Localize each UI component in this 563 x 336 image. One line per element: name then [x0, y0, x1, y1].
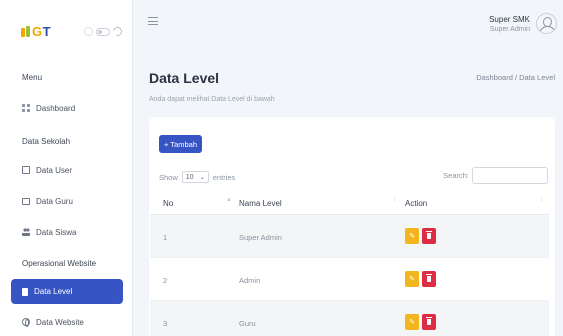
- user-name: Super SMK: [489, 15, 530, 24]
- user-info[interactable]: Super SMK Super Admin: [489, 15, 530, 33]
- edit-button[interactable]: ✎: [405, 314, 419, 330]
- row-actions: ✎: [405, 271, 436, 287]
- trash-icon: [426, 317, 432, 325]
- trash-icon: [426, 231, 432, 239]
- row-name: Guru: [239, 319, 256, 328]
- row-no: 1: [163, 233, 168, 242]
- delete-button[interactable]: [422, 228, 436, 244]
- sidebar: GT Menu Dashboard Data Sekolah Data User…: [0, 0, 133, 336]
- sidebar-item-data-siswa[interactable]: Data Siswa: [22, 225, 76, 239]
- sort-icon[interactable]: ▲: [226, 197, 232, 203]
- breadcrumb[interactable]: Dashboard / Data Level: [476, 73, 555, 82]
- edit-icon: ✎: [409, 319, 415, 326]
- user-role: Super Admin: [489, 26, 530, 33]
- delete-button[interactable]: [422, 271, 436, 287]
- menu-toggle-icon[interactable]: [148, 17, 158, 25]
- row-no: 2: [163, 276, 168, 285]
- row-actions: ✎: [405, 228, 436, 244]
- column-action[interactable]: Action: [405, 199, 427, 208]
- page-title: Data Level: [149, 70, 220, 86]
- section-data-sekolah: Data Sekolah: [22, 137, 71, 146]
- row-name: Admin: [239, 276, 261, 285]
- window-icon: [22, 166, 30, 174]
- sidebar-item-dashboard[interactable]: Dashboard: [22, 101, 75, 115]
- entries-select[interactable]: 10 ⌄: [181, 171, 209, 183]
- table-row: 1 Super Admin ✎: [150, 215, 549, 258]
- avatar[interactable]: [536, 13, 557, 34]
- entries-control: Show 10 ⌄ entries: [159, 171, 236, 183]
- sidebar-item-data-level[interactable]: Data Level: [11, 279, 123, 304]
- sun-icon: [84, 27, 93, 36]
- logo-icon: [21, 26, 30, 37]
- edit-button[interactable]: ✎: [405, 228, 419, 244]
- users-icon: [22, 228, 30, 236]
- menu-section-title: Menu: [22, 73, 43, 82]
- theme-toggle[interactable]: [84, 25, 124, 38]
- column-no[interactable]: No: [163, 199, 173, 208]
- table-row: 2 Admin ✎: [150, 258, 549, 301]
- sort-icon[interactable]: ↕: [393, 197, 396, 203]
- column-nama-level[interactable]: Nama Level: [239, 199, 282, 208]
- topbar: Super SMK Super Admin: [133, 0, 563, 44]
- chevron-down-icon: ⌄: [199, 174, 205, 181]
- sidebar-item-data-user[interactable]: Data User: [22, 163, 72, 177]
- edit-icon: ✎: [409, 233, 415, 240]
- sidebar-item-data-website[interactable]: Data Website: [22, 315, 84, 329]
- edit-icon: ✎: [409, 276, 415, 283]
- row-no: 3: [163, 319, 168, 328]
- row-actions: ✎: [405, 314, 436, 330]
- search-input[interactable]: [472, 167, 548, 184]
- table-row: 3 Guru ✎: [150, 301, 549, 336]
- globe-icon: [22, 318, 30, 327]
- row-name: Super Admin: [239, 233, 282, 242]
- file-icon: [22, 287, 28, 296]
- section-operasional-website: Operasional Website: [22, 259, 97, 268]
- id-card-icon: [22, 197, 30, 205]
- trash-icon: [426, 274, 432, 282]
- add-button[interactable]: + Tambah: [159, 135, 202, 153]
- level-table: No ▲ Nama Level ↕ Action ↕ 1 Super Admin…: [150, 193, 549, 336]
- search-control: Search:: [443, 167, 548, 184]
- brand-logo[interactable]: GT: [21, 24, 51, 39]
- sort-icon[interactable]: ↕: [540, 197, 543, 203]
- edit-button[interactable]: ✎: [405, 271, 419, 287]
- sidebar-item-data-guru[interactable]: Data Guru: [22, 194, 73, 208]
- moon-icon: [111, 25, 124, 38]
- table-header: No ▲ Nama Level ↕ Action ↕: [150, 193, 549, 215]
- page-subtitle: Anda dapat melihat Data Level di bawah: [149, 96, 275, 103]
- grid-icon: [22, 104, 30, 112]
- theme-switch[interactable]: [96, 27, 110, 36]
- delete-button[interactable]: [422, 314, 436, 330]
- data-level-card: + Tambah Show 10 ⌄ entries Search: No ▲ …: [149, 117, 555, 336]
